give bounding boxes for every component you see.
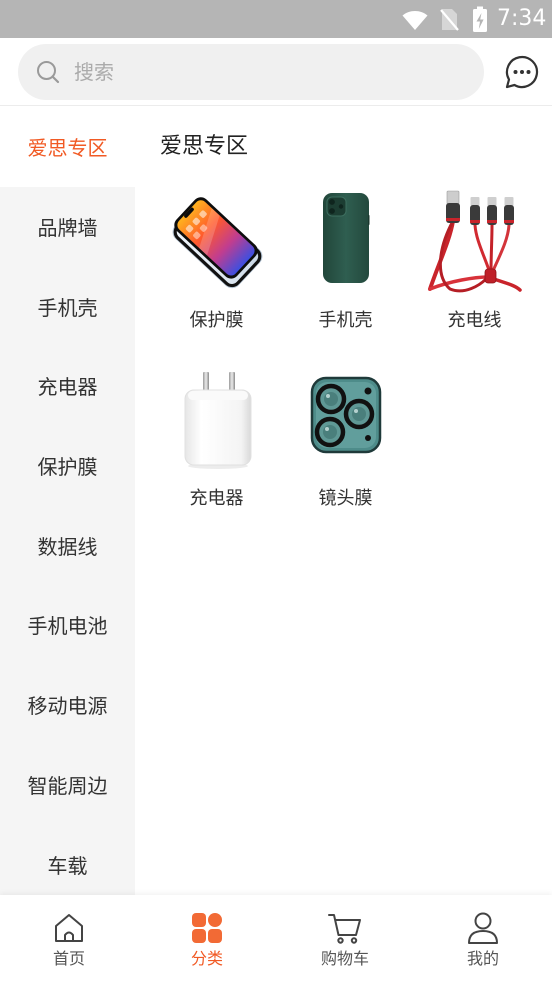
clock-time: 7:34 bbox=[497, 6, 547, 31]
sidebar-item-phone-cases[interactable]: 手机壳 bbox=[0, 266, 135, 346]
sidebar-item-label: 充电器 bbox=[37, 375, 98, 400]
nav-label: 分类 bbox=[190, 949, 223, 968]
sidebar-item-label: 移动电源 bbox=[27, 694, 108, 719]
section-title: 爱思专区 bbox=[160, 134, 249, 159]
sidebar-item-label: 智能周边 bbox=[27, 773, 108, 798]
product-lens-film[interactable]: 镜头膜 bbox=[281, 363, 410, 541]
sidebar-item-aisi-zone[interactable]: 爱思专区 bbox=[0, 107, 135, 187]
bottom-navigation: 首页 分类 购物车 我的 bbox=[0, 895, 552, 981]
status-bar: 7:34 bbox=[0, 0, 552, 38]
category-sidebar: 爱思专区 品牌墙 手机壳 充电器 保护膜 数据线 手机电池 移动电源 智能周边 … bbox=[0, 107, 135, 895]
sidebar-item-label: 车载 bbox=[47, 853, 88, 878]
screen-protector-image bbox=[162, 185, 272, 295]
product-label: 手机壳 bbox=[318, 310, 373, 331]
sidebar-item-label: 手机壳 bbox=[37, 295, 98, 320]
product-phone-case[interactable]: 手机壳 bbox=[281, 185, 410, 363]
lens-film-image bbox=[291, 363, 401, 473]
product-label: 充电线 bbox=[447, 310, 502, 331]
search-input[interactable]: 搜索 bbox=[74, 60, 114, 84]
category-grid-icon bbox=[189, 910, 225, 946]
product-screen-protector[interactable]: 保护膜 bbox=[152, 185, 281, 363]
sidebar-item-power-banks[interactable]: 移动电源 bbox=[0, 665, 135, 745]
sidebar-item-label: 手机电池 bbox=[27, 614, 108, 639]
sidebar-item-label: 爱思专区 bbox=[27, 136, 108, 161]
home-icon bbox=[51, 910, 87, 946]
search-icon bbox=[37, 61, 60, 84]
sidebar-item-phone-batteries[interactable]: 手机电池 bbox=[0, 585, 135, 665]
nav-label: 首页 bbox=[52, 949, 85, 968]
nav-label: 购物车 bbox=[320, 949, 369, 968]
battery-charging-icon bbox=[473, 6, 487, 32]
product-label: 镜头膜 bbox=[318, 488, 373, 509]
sidebar-item-smart-accessories[interactable]: 智能周边 bbox=[0, 745, 135, 825]
sidebar-item-label: 数据线 bbox=[37, 534, 98, 559]
product-charger[interactable]: 充电器 bbox=[152, 363, 281, 541]
phone-case-image bbox=[291, 185, 401, 295]
cart-icon bbox=[327, 910, 363, 946]
nav-home[interactable]: 首页 bbox=[0, 895, 138, 981]
chat-bubble-icon[interactable] bbox=[504, 54, 540, 90]
wifi-icon bbox=[402, 11, 428, 30]
nav-label: 我的 bbox=[466, 949, 499, 968]
user-icon bbox=[465, 910, 501, 946]
nav-category[interactable]: 分类 bbox=[138, 895, 276, 981]
sidebar-item-label: 品牌墙 bbox=[37, 216, 98, 241]
header: 搜索 bbox=[0, 38, 552, 106]
nav-profile[interactable]: 我的 bbox=[414, 895, 552, 981]
sidebar-item-label: 保护膜 bbox=[37, 455, 98, 480]
sidebar-item-data-cables[interactable]: 数据线 bbox=[0, 505, 135, 585]
charger-image bbox=[162, 363, 272, 473]
product-label: 保护膜 bbox=[189, 310, 244, 331]
nav-cart[interactable]: 购物车 bbox=[276, 895, 414, 981]
charging-cable-image bbox=[420, 185, 530, 295]
product-grid: 保护膜 手机壳 充电线 充电器 镜头膜 bbox=[152, 185, 539, 541]
product-charging-cable[interactable]: 充电线 bbox=[410, 185, 539, 363]
sidebar-item-chargers[interactable]: 充电器 bbox=[0, 346, 135, 426]
sidebar-item-car-accessories[interactable]: 车载 bbox=[0, 824, 135, 895]
sidebar-item-brand-wall[interactable]: 品牌墙 bbox=[0, 187, 135, 267]
search-bar[interactable]: 搜索 bbox=[18, 44, 484, 100]
product-label: 充电器 bbox=[189, 488, 244, 509]
no-sim-icon bbox=[440, 9, 459, 31]
sidebar-item-screen-protectors[interactable]: 保护膜 bbox=[0, 426, 135, 506]
